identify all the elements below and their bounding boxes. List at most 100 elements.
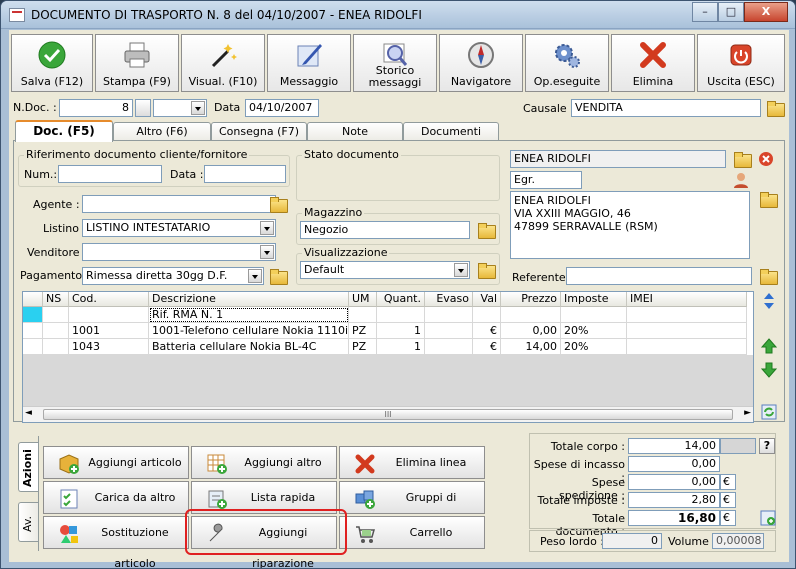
row-selector[interactable] bbox=[23, 339, 43, 355]
referente-input[interactable] bbox=[566, 267, 752, 285]
folder-icon[interactable] bbox=[476, 220, 496, 240]
table-cell[interactable]: 14,00 bbox=[501, 339, 561, 355]
tab-av[interactable]: Av. bbox=[18, 502, 38, 542]
tab-doc[interactable]: Doc. (F5) bbox=[15, 120, 113, 142]
table-cell[interactable] bbox=[43, 339, 69, 355]
total-document-value[interactable]: 16,80 bbox=[628, 510, 720, 526]
table-cell[interactable]: PZ bbox=[349, 323, 377, 339]
customer-name-field[interactable]: ENEA RIDOLFI bbox=[510, 150, 726, 168]
table-cell[interactable] bbox=[425, 307, 473, 323]
scroll-left-icon[interactable]: ◄ bbox=[25, 408, 32, 418]
cart-button[interactable]: Carrello bbox=[339, 516, 485, 549]
date-input[interactable]: 04/10/2007 bbox=[245, 99, 319, 117]
total-value[interactable]: 0,00 bbox=[628, 456, 720, 472]
folder-icon[interactable] bbox=[268, 266, 288, 286]
folder-icon[interactable] bbox=[268, 194, 288, 214]
message-history-button[interactable]: Storico messaggi bbox=[353, 34, 437, 92]
table-cell[interactable]: 1 bbox=[377, 323, 425, 339]
venditore-select[interactable] bbox=[82, 243, 276, 261]
print-button[interactable]: Stampa (F9) bbox=[95, 34, 179, 92]
table-cell[interactable]: 1001 bbox=[69, 323, 149, 339]
operations-button[interactable]: Op.eseguite bbox=[525, 34, 609, 92]
total-value[interactable]: 14,00 bbox=[628, 438, 720, 454]
table-cell[interactable] bbox=[561, 307, 627, 323]
column-header[interactable]: Quant. bbox=[377, 292, 425, 307]
exit-button[interactable]: Uscita (ESC) bbox=[697, 34, 785, 92]
column-header[interactable]: UM bbox=[349, 292, 377, 307]
causale-input[interactable]: VENDITA bbox=[571, 99, 761, 117]
save-button[interactable]: Salva (F12) bbox=[11, 34, 93, 92]
table-cell[interactable] bbox=[627, 307, 747, 323]
table-cell[interactable]: 1 bbox=[377, 339, 425, 355]
table-cell[interactable] bbox=[43, 307, 69, 323]
column-header[interactable]: IMEI bbox=[627, 292, 747, 307]
agente-input[interactable] bbox=[82, 195, 276, 213]
folder-icon[interactable] bbox=[758, 189, 778, 209]
help-button[interactable]: ? bbox=[759, 438, 775, 454]
delete-button[interactable]: Elimina bbox=[611, 34, 695, 92]
magazzino-input[interactable]: Negozio bbox=[300, 221, 470, 239]
ndoc-series-select[interactable] bbox=[153, 99, 207, 117]
load-from-doc-button[interactable]: Carica da altro doc. bbox=[43, 481, 189, 535]
table-cell[interactable]: Rif. RMA N. 1 bbox=[149, 307, 349, 323]
column-header[interactable]: Evaso bbox=[425, 292, 473, 307]
column-header[interactable]: NS bbox=[43, 292, 69, 307]
add-article-button[interactable]: Aggiungi articolo (F4) bbox=[43, 446, 189, 500]
table-cell[interactable] bbox=[425, 339, 473, 355]
navigator-button[interactable]: Navigatore bbox=[439, 34, 523, 92]
visualizzazione-select[interactable]: Default bbox=[300, 261, 470, 279]
folder-icon[interactable] bbox=[476, 260, 496, 280]
table-cell[interactable]: 1001-Telefono cellulare Nokia 1110i D... bbox=[149, 323, 349, 339]
folder-icon[interactable] bbox=[758, 266, 778, 286]
minimize-button[interactable]: – bbox=[692, 2, 718, 22]
listino-select[interactable]: LISTINO INTESTATARIO bbox=[82, 219, 276, 237]
table-cell[interactable]: Batteria cellulare Nokia BL-4C bbox=[149, 339, 349, 355]
column-header[interactable]: Cod. bbox=[69, 292, 149, 307]
table-cell[interactable]: 0,00 bbox=[501, 323, 561, 339]
table-cell[interactable] bbox=[69, 307, 149, 323]
customer-address[interactable]: ENEA RIDOLFI VIA XXIII MAGGIO, 46 47899 … bbox=[510, 191, 750, 259]
total-value[interactable]: 2,80 bbox=[628, 492, 720, 508]
tab-altro[interactable]: Altro (F6) bbox=[113, 122, 211, 141]
calculator-icon[interactable] bbox=[760, 510, 776, 526]
table-cell[interactable] bbox=[425, 323, 473, 339]
tab-documenti[interactable]: Documenti bbox=[403, 122, 499, 141]
tab-azioni[interactable]: Azioni bbox=[18, 442, 38, 492]
table-cell[interactable]: € bbox=[473, 339, 501, 355]
close-button[interactable]: X bbox=[744, 2, 788, 22]
arrow-down-icon[interactable] bbox=[761, 362, 777, 378]
folder-icon[interactable] bbox=[732, 149, 752, 169]
table-cell[interactable] bbox=[349, 307, 377, 323]
table-cell[interactable]: 20% bbox=[561, 323, 627, 339]
table-cell[interactable] bbox=[627, 339, 747, 355]
column-header[interactable]: Descrizione bbox=[149, 292, 349, 307]
preview-button[interactable]: Visual. (F10) bbox=[181, 34, 265, 92]
table-cell[interactable]: € bbox=[473, 323, 501, 339]
weight-value[interactable]: 0 bbox=[602, 533, 662, 549]
replace-article-button[interactable]: Sostituzione articolo bbox=[43, 516, 189, 568]
table-cell[interactable]: 1043 bbox=[69, 339, 149, 355]
num-input[interactable] bbox=[58, 165, 162, 183]
total-value[interactable]: 0,00 bbox=[628, 474, 720, 490]
ndoc-input[interactable]: 8 bbox=[59, 99, 133, 117]
maximize-button[interactable]: □ bbox=[718, 2, 744, 22]
clear-icon[interactable] bbox=[758, 151, 774, 167]
tab-consegna[interactable]: Consegna (F7) bbox=[211, 122, 307, 141]
delete-line-button[interactable]: Elimina linea bbox=[339, 446, 485, 479]
table-cell[interactable] bbox=[43, 323, 69, 339]
person-icon[interactable] bbox=[732, 171, 750, 189]
add-other-button[interactable]: Aggiungi altro (F3) bbox=[191, 446, 337, 500]
scroll-thumb[interactable]: III bbox=[43, 409, 733, 420]
table-cell[interactable] bbox=[377, 307, 425, 323]
ndoc-suffix-button[interactable] bbox=[135, 99, 151, 117]
folder-icon[interactable] bbox=[765, 98, 785, 118]
table-cell[interactable] bbox=[473, 307, 501, 323]
arrow-up-icon[interactable] bbox=[761, 338, 777, 354]
column-header[interactable]: Val bbox=[473, 292, 501, 307]
document-lines-grid[interactable]: NS Cod. Descrizione UM Quant. Evaso Val Prezzo I… bbox=[22, 291, 754, 423]
ref-date-input[interactable] bbox=[204, 165, 286, 183]
title-bar[interactable]: DOCUMENTO DI TRASPORTO N. 8 del 04/10/20… bbox=[1, 1, 795, 29]
refresh-grid-icon[interactable] bbox=[761, 404, 777, 420]
column-header[interactable]: Prezzo bbox=[501, 292, 561, 307]
column-header[interactable] bbox=[23, 292, 43, 307]
